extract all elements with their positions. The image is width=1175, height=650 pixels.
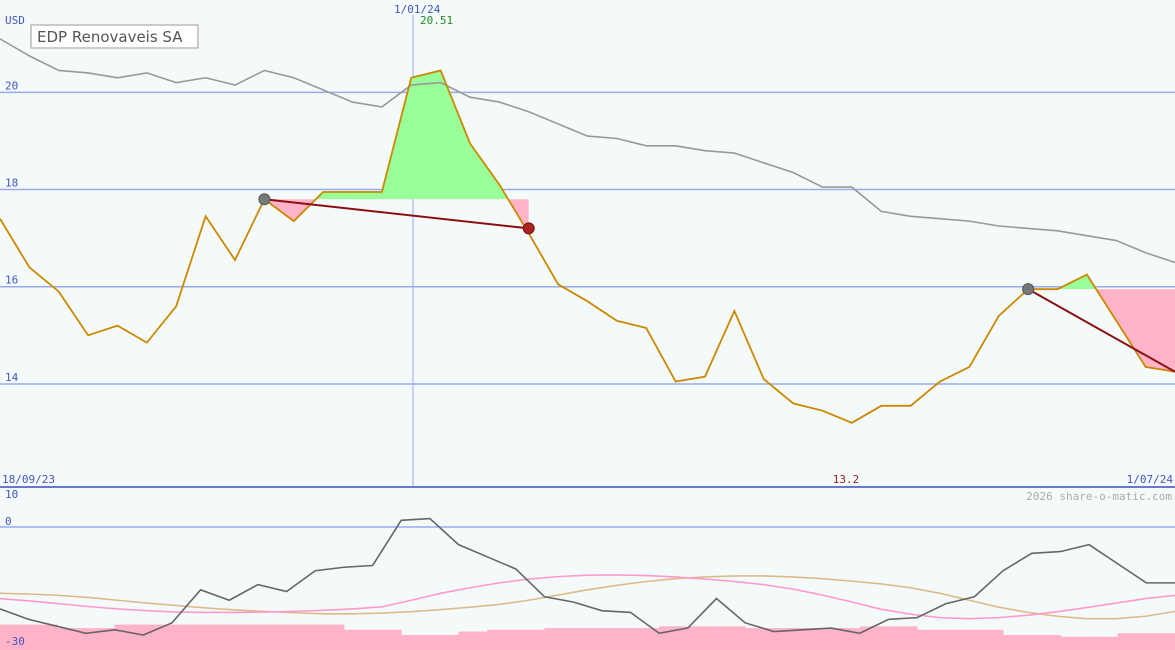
indicator-bar	[515, 629, 546, 650]
indicator-bar	[28, 624, 58, 650]
indicator-bar	[114, 624, 144, 650]
price-tick-label: 16	[5, 274, 18, 287]
trade-exit-marker	[522, 222, 535, 235]
indicator-bar	[343, 629, 374, 650]
currency-label: USD	[5, 14, 25, 27]
indicator-bar	[687, 626, 717, 650]
low-value-label: 13.2	[833, 473, 860, 486]
indicator-bar	[1146, 633, 1175, 650]
indicator-bar	[57, 628, 87, 650]
price-tick-label: 18	[5, 177, 18, 190]
indicator-bar	[802, 628, 832, 650]
indicator-bar	[745, 628, 775, 650]
indicator-bar	[372, 629, 402, 650]
indicator-bar	[1089, 636, 1119, 650]
indicator-bar	[716, 626, 746, 650]
indicator-bar	[257, 624, 288, 650]
indicator-bar	[487, 629, 517, 650]
indicator-bar	[1117, 633, 1147, 650]
indicator-bar	[429, 635, 460, 650]
chart-background	[0, 0, 1175, 650]
indicator-bar	[1031, 635, 1061, 650]
indicator-bar	[573, 628, 603, 650]
watermark: 2026 share-o-matic.com	[1026, 490, 1172, 503]
indicator-bar	[1003, 635, 1033, 650]
trade-entry-marker	[1022, 283, 1035, 296]
stock-chart: 14161820 EDP Renovaveis SA USD 1/01/24 2…	[0, 0, 1175, 650]
indicator-bar	[974, 629, 1004, 650]
trade-entry-marker	[258, 193, 271, 206]
indicator-bar	[200, 624, 230, 650]
price-tick-label: 14	[5, 371, 19, 384]
indicator-bar	[171, 624, 202, 650]
indicator-tick-label: 10	[5, 488, 18, 501]
x-end-label: 1/07/24	[1127, 473, 1174, 486]
indicator-tick-label: 0	[5, 515, 12, 528]
indicator-bar	[1060, 636, 1090, 650]
indicator-bar	[917, 629, 947, 650]
indicator-tick-label: -30	[5, 635, 25, 648]
indicator-bar	[601, 628, 631, 650]
price-tick-label: 20	[5, 79, 18, 92]
indicator-bar	[544, 628, 574, 650]
x-start-label: 18/09/23	[2, 473, 55, 486]
indicator-bar	[945, 629, 975, 650]
indicator-bar	[286, 624, 316, 650]
marker-value-label: 20.51	[420, 14, 453, 27]
indicator-bar	[458, 631, 488, 650]
indicator-bar	[888, 626, 918, 650]
indicator-bar	[229, 624, 259, 650]
chart-title: EDP Renovaveis SA	[37, 28, 183, 46]
indicator-bar	[315, 624, 345, 650]
indicator-bar	[401, 635, 431, 650]
indicator-bar	[859, 626, 889, 650]
